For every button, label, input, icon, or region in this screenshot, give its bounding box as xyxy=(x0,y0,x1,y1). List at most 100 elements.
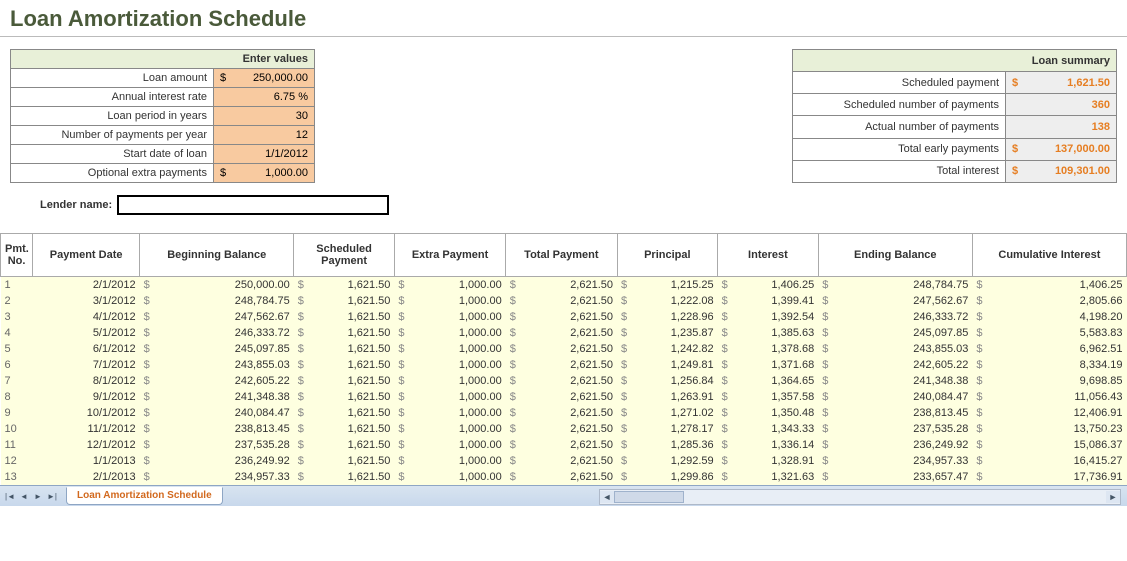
currency-symbol: $ xyxy=(140,469,155,485)
tab-nav-next-icon[interactable]: ► xyxy=(32,490,44,502)
scroll-thumb[interactable] xyxy=(614,491,684,503)
currency-symbol: $ xyxy=(140,357,155,373)
cell-pmt-no: 12 xyxy=(1,453,33,469)
currency-symbol: $ xyxy=(394,293,409,309)
cell-pr: 1,299.86 xyxy=(632,469,718,485)
currency-symbol: $ xyxy=(972,421,987,437)
currency-symbol: $ xyxy=(972,357,987,373)
enter-value-cell[interactable]: 12 xyxy=(214,126,315,145)
currency-symbol: $ xyxy=(140,437,155,453)
cell-bb: 236,249.92 xyxy=(155,453,294,469)
scroll-left-icon[interactable]: ◄ xyxy=(600,491,614,503)
cell-sp: 1,621.50 xyxy=(309,357,395,373)
cell-ci: 8,334.19 xyxy=(987,357,1126,373)
currency-symbol: $ xyxy=(617,277,632,294)
currency-symbol: $ xyxy=(506,325,521,341)
currency-symbol: $ xyxy=(506,453,521,469)
cell-ep: 1,000.00 xyxy=(409,325,505,341)
horizontal-scrollbar[interactable]: ◄ ► xyxy=(599,489,1121,505)
currency-symbol: $ xyxy=(617,389,632,405)
currency-symbol: $ xyxy=(617,405,632,421)
enter-value-cell[interactable]: 6.75 % xyxy=(214,88,315,107)
currency-symbol: $ xyxy=(294,389,309,405)
table-row: 910/1/2012$240,084.47$1,621.50$1,000.00$… xyxy=(1,405,1127,421)
cell-pmt-no: 10 xyxy=(1,421,33,437)
col-header: Cumulative Interest xyxy=(972,234,1126,277)
currency-symbol: $ xyxy=(972,373,987,389)
cell-sp: 1,621.50 xyxy=(309,341,395,357)
cell-ci: 12,406.91 xyxy=(987,405,1126,421)
currency-symbol: $ xyxy=(140,453,155,469)
cell-ep: 1,000.00 xyxy=(409,373,505,389)
cell-ci: 16,415.27 xyxy=(987,453,1126,469)
cell-pr: 1,256.84 xyxy=(632,373,718,389)
amortization-table: Pmt. No.Payment DateBeginning BalanceSch… xyxy=(0,233,1127,485)
enter-value-cell[interactable]: 30 xyxy=(214,107,315,126)
cell-pmt-no: 3 xyxy=(1,309,33,325)
summary-value: 1,621.50 xyxy=(1024,72,1117,94)
currency-symbol: $ xyxy=(972,389,987,405)
currency-symbol: $ xyxy=(818,469,833,485)
cell-tp: 2,621.50 xyxy=(521,453,617,469)
cell-pmt-no: 11 xyxy=(1,437,33,453)
cell-pmt-no: 5 xyxy=(1,341,33,357)
cell-eb: 247,562.67 xyxy=(833,293,972,309)
table-row: 89/1/2012$241,348.38$1,621.50$1,000.00$2… xyxy=(1,389,1127,405)
cell-bb: 246,333.72 xyxy=(155,325,294,341)
sheet-tab[interactable]: Loan Amortization Schedule xyxy=(66,487,223,505)
cell-tp: 2,621.50 xyxy=(521,437,617,453)
currency-symbol: $ xyxy=(294,293,309,309)
enter-value-cell[interactable]: 1,000.00 xyxy=(232,164,315,183)
currency-symbol: $ xyxy=(972,309,987,325)
enter-label: Start date of loan xyxy=(11,145,214,164)
currency-symbol: $ xyxy=(617,373,632,389)
currency-symbol: $ xyxy=(818,293,833,309)
cell-ep: 1,000.00 xyxy=(409,277,505,294)
cell-date: 11/1/2012 xyxy=(33,421,140,437)
cell-sp: 1,621.50 xyxy=(309,389,395,405)
currency-symbol: $ xyxy=(972,469,987,485)
currency-symbol: $ xyxy=(294,437,309,453)
currency-symbol: $ xyxy=(617,453,632,469)
currency-symbol: $ xyxy=(506,357,521,373)
currency-symbol: $ xyxy=(140,389,155,405)
cell-pmt-no: 9 xyxy=(1,405,33,421)
enter-currency: $ xyxy=(214,164,233,183)
currency-symbol: $ xyxy=(818,325,833,341)
lender-name-input[interactable] xyxy=(117,195,389,215)
currency-symbol: $ xyxy=(140,277,155,294)
currency-symbol: $ xyxy=(394,341,409,357)
tab-nav-prev-icon[interactable]: ◄ xyxy=(18,490,30,502)
col-header: Ending Balance xyxy=(818,234,972,277)
currency-symbol: $ xyxy=(294,421,309,437)
tab-nav-first-icon[interactable]: |◄ xyxy=(4,490,16,502)
currency-symbol: $ xyxy=(506,341,521,357)
cell-tp: 2,621.50 xyxy=(521,389,617,405)
summary-label: Scheduled number of payments xyxy=(793,94,1006,116)
currency-symbol: $ xyxy=(294,309,309,325)
cell-pr: 1,235.87 xyxy=(632,325,718,341)
cell-date: 5/1/2012 xyxy=(33,325,140,341)
currency-symbol: $ xyxy=(718,341,733,357)
currency-symbol: $ xyxy=(818,437,833,453)
currency-symbol: $ xyxy=(617,341,632,357)
enter-value-cell[interactable]: 250,000.00 xyxy=(232,69,315,88)
scroll-right-icon[interactable]: ► xyxy=(1106,491,1120,503)
cell-eb: 248,784.75 xyxy=(833,277,972,294)
currency-symbol: $ xyxy=(818,357,833,373)
currency-symbol: $ xyxy=(294,405,309,421)
currency-symbol: $ xyxy=(506,405,521,421)
cell-bb: 247,562.67 xyxy=(155,309,294,325)
cell-pmt-no: 2 xyxy=(1,293,33,309)
tab-nav-last-icon[interactable]: ►| xyxy=(46,490,58,502)
cell-ci: 5,583.83 xyxy=(987,325,1126,341)
cell-in: 1,364.65 xyxy=(733,373,819,389)
cell-bb: 237,535.28 xyxy=(155,437,294,453)
currency-symbol: $ xyxy=(394,309,409,325)
cell-ep: 1,000.00 xyxy=(409,341,505,357)
cell-tp: 2,621.50 xyxy=(521,469,617,485)
cell-ep: 1,000.00 xyxy=(409,309,505,325)
cell-ep: 1,000.00 xyxy=(409,453,505,469)
sheet-tab-bar: |◄ ◄ ► ►| Loan Amortization Schedule ◄ ► xyxy=(0,485,1127,506)
enter-value-cell[interactable]: 1/1/2012 xyxy=(214,145,315,164)
